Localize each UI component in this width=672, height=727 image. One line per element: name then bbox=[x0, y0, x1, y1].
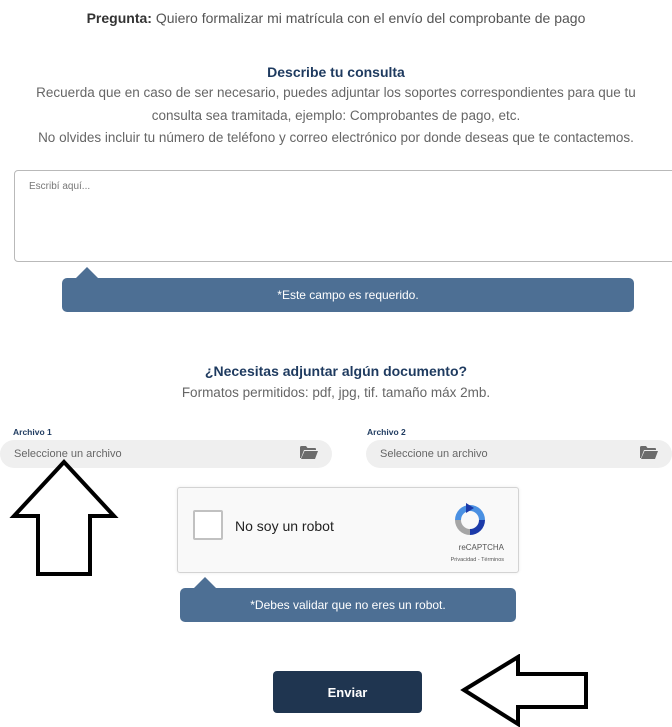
recaptcha-widget: No soy un robot reCAPTCHA Privacidad - T… bbox=[177, 487, 519, 573]
tooltip-arrow bbox=[194, 577, 216, 588]
submit-button[interactable]: Enviar bbox=[273, 671, 422, 713]
left-arrow-icon bbox=[460, 654, 588, 727]
describe-line-2: consulta sea tramitada, ejemplo: Comprob… bbox=[151, 108, 521, 123]
file2-input[interactable]: Seleccione un archivo bbox=[366, 440, 672, 468]
recaptcha-logo-icon bbox=[455, 503, 485, 535]
describe-line-3: No olvides incluir tu número de teléfono… bbox=[38, 130, 634, 145]
folder-icon[interactable] bbox=[640, 446, 658, 462]
describe-title: Describe tu consulta bbox=[267, 64, 405, 80]
up-arrow-icon bbox=[9, 459, 119, 576]
required-tooltip: *Este campo es requerido. bbox=[62, 267, 634, 312]
file2-label: Archivo 2 bbox=[367, 427, 406, 437]
recaptcha-brand: reCAPTCHA bbox=[458, 543, 504, 552]
captcha-tooltip: *Debes validar que no eres un robot. bbox=[180, 577, 516, 622]
tooltip-arrow bbox=[76, 267, 98, 278]
recaptcha-links[interactable]: Privacidad - Términos bbox=[451, 557, 504, 563]
captcha-tooltip-text: *Debes validar que no eres un robot. bbox=[250, 598, 446, 612]
recaptcha-label: No soy un robot bbox=[235, 518, 334, 534]
describe-line-1: Recuerda que en caso de ser necesario, p… bbox=[36, 85, 636, 100]
question-line: Pregunta: Quiero formalizar mi matrícula… bbox=[0, 10, 672, 26]
attach-title: ¿Necesitas adjuntar algún documento? bbox=[204, 363, 468, 379]
consulta-textarea[interactable] bbox=[14, 170, 672, 262]
attach-formats: Formatos permitidos: pdf, jpg, tif. tama… bbox=[181, 385, 491, 400]
folder-icon[interactable] bbox=[300, 446, 318, 462]
question-label: Pregunta: bbox=[86, 10, 152, 26]
question-text: Quiero formalizar mi matrícula con el en… bbox=[151, 10, 586, 26]
required-tooltip-text: *Este campo es requerido. bbox=[277, 288, 419, 302]
file1-label: Archivo 1 bbox=[13, 427, 52, 437]
file2-placeholder: Seleccione un archivo bbox=[380, 448, 488, 460]
recaptcha-checkbox[interactable] bbox=[193, 510, 223, 540]
